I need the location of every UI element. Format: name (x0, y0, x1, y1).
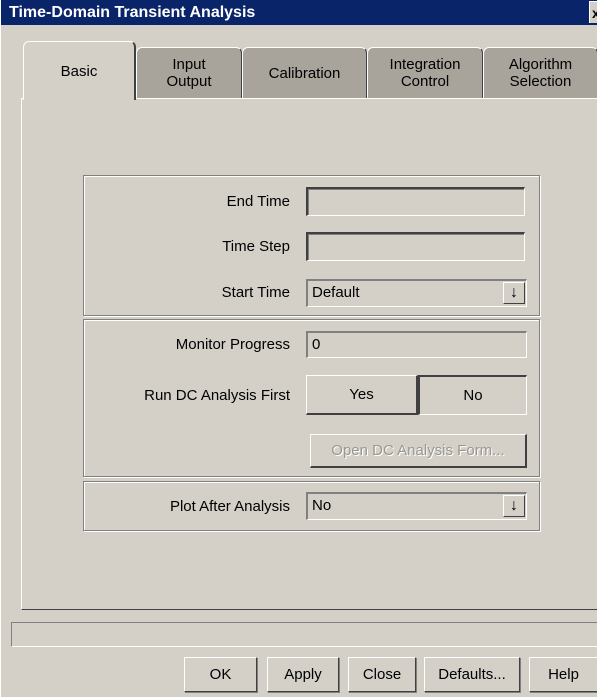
plot-settings-group: Plot After Analysis No ↓ (83, 481, 540, 531)
help-button[interactable]: Help (529, 657, 597, 692)
monitor-progress-input[interactable]: 0 (306, 331, 527, 358)
end-time-label: End Time (226, 193, 290, 210)
time-step-label: Time Step (222, 238, 290, 255)
tab-calibration-label: Calibration (268, 64, 341, 82)
time-settings-group: End Time Time Step Start Time Default ↓ (83, 175, 540, 316)
time-step-input[interactable] (306, 232, 525, 261)
dialog-window: Time-Domain Transient Analysis x Basic I… (0, 0, 597, 697)
run-dc-yes-button[interactable]: Yes (306, 375, 418, 415)
monitor-progress-label: Monitor Progress (175, 336, 290, 353)
defaults-button[interactable]: Defaults... (424, 657, 520, 692)
close-button[interactable]: Close (348, 657, 416, 692)
close-icon[interactable]: x (589, 1, 597, 23)
monitor-settings-group: Monitor Progress 0 Run DC Analysis First… (83, 319, 540, 477)
run-dc-analysis-label: Run DC Analysis First (144, 387, 290, 404)
plot-after-analysis-value: No (312, 497, 332, 514)
start-time-combo[interactable]: Default ↓ (306, 279, 527, 307)
tab-calibration[interactable]: Calibration (242, 47, 367, 98)
tab-integration-control[interactable]: Integration Control (367, 47, 483, 98)
tab-algorithm-selection-label-2: Selection (509, 73, 572, 90)
plot-after-analysis-combo[interactable]: No ↓ (306, 492, 527, 520)
apply-button[interactable]: Apply (267, 657, 339, 692)
plot-after-analysis-label: Plot After Analysis (169, 498, 290, 515)
run-dc-no-button[interactable]: No (418, 375, 527, 415)
ok-button[interactable]: OK (184, 657, 257, 692)
chevron-down-icon[interactable]: ↓ (503, 495, 525, 517)
tab-input-output[interactable]: Input Output (136, 47, 242, 98)
start-time-value: Default (312, 284, 360, 301)
tab-basic-label: Basic (60, 62, 98, 80)
status-bar (11, 622, 597, 647)
tab-integration-control-label-1: Integration (389, 56, 461, 73)
start-time-label: Start Time (221, 284, 290, 301)
end-time-input[interactable] (306, 187, 525, 216)
tab-divider (135, 98, 597, 99)
open-dc-analysis-form-button[interactable]: Open DC Analysis Form... (310, 434, 527, 468)
tab-basic[interactable]: Basic (23, 41, 136, 100)
tab-input-output-label-2: Output (166, 73, 212, 90)
chevron-down-icon[interactable]: ↓ (503, 282, 525, 304)
tab-algorithm-selection[interactable]: Algorithm Selection (483, 47, 597, 98)
title-bar[interactable]: Time-Domain Transient Analysis x (1, 0, 597, 25)
tab-algorithm-selection-label-1: Algorithm (508, 56, 573, 73)
window-title: Time-Domain Transient Analysis (9, 4, 256, 21)
tab-input-output-label-1: Input (172, 56, 206, 73)
tab-integration-control-label-2: Control (400, 73, 450, 90)
